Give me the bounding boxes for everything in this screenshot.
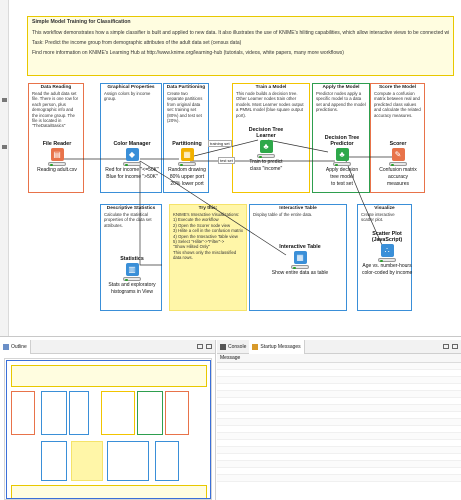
table-row[interactable] (217, 412, 461, 419)
training-set-label: training set (208, 140, 232, 147)
node-status-traffic-light (123, 277, 141, 281)
window-controls (197, 344, 215, 349)
node-description: Train to predict (249, 159, 283, 165)
outline-panel: Outline (0, 339, 216, 500)
table-row[interactable] (217, 440, 461, 447)
scatter-plot-icon[interactable]: ∴ (380, 244, 394, 257)
node-name: Scatter Plot (JavaScript) (371, 231, 403, 243)
node-name: Color Manager (113, 141, 151, 147)
node-description: Age vs. number-hours (362, 263, 412, 269)
node-interactive-table[interactable]: Interactive Table ▦ Show entire data as … (265, 244, 335, 276)
tab-outline[interactable]: Outline (0, 339, 31, 354)
table-row[interactable] (217, 377, 461, 384)
decision-tree-predictor-icon[interactable]: ♣ (335, 148, 349, 161)
message-column-header[interactable]: Message (217, 354, 461, 363)
node-decision-tree-predictor[interactable]: Decision Tree Predictor ♣ Apply decision… (320, 135, 364, 187)
node-description: Stats and exploratory (108, 282, 156, 288)
node-description: to test set (331, 181, 353, 187)
table-row[interactable] (217, 461, 461, 468)
tab-console[interactable]: Console (217, 340, 249, 354)
table-row[interactable] (217, 454, 461, 461)
partitioning-icon[interactable]: ▦ (180, 148, 194, 161)
outline-tabbar: Outline (0, 339, 215, 354)
node-file-reader[interactable]: File Reader ▤ Reading adult.csv (36, 141, 78, 173)
table-row[interactable] (217, 426, 461, 433)
node-name: File Reader (42, 141, 72, 147)
file-reader-icon[interactable]: ▤ (50, 148, 64, 161)
node-description: Apply decision (325, 167, 359, 173)
node-description: accuracy (387, 174, 408, 180)
node-name: Statistics (120, 256, 144, 262)
interactive-table-icon[interactable]: ▦ (293, 251, 307, 264)
node-status-traffic-light (178, 162, 196, 166)
node-statistics[interactable]: Statistics ▥ Stats and exploratory histo… (104, 256, 160, 295)
workflow-canvas[interactable]: Simple Model Training for Classification… (0, 0, 461, 337)
console-panel: Console Startup Messages Message (217, 339, 461, 500)
node-description: Blue for income ">50K" (106, 174, 158, 180)
table-row[interactable] (217, 433, 461, 440)
node-status-traffic-light (257, 154, 275, 158)
table-row[interactable] (217, 419, 461, 426)
outline-icon (3, 343, 9, 350)
node-status-traffic-light (123, 162, 141, 166)
connection-to-interactive-table (139, 160, 287, 256)
node-name: Partitioning (172, 141, 202, 147)
node-partitioning[interactable]: Partitioning ▦ Random drawing 80% upper … (165, 141, 209, 187)
node-description: Random drawing (168, 167, 206, 173)
node-name: Decision Tree Predictor (324, 135, 360, 147)
table-row[interactable] (217, 475, 461, 482)
scorer-icon[interactable]: ✎ (391, 148, 405, 161)
maximize-icon[interactable] (206, 344, 212, 349)
tab-label: Outline (11, 343, 27, 350)
table-row[interactable] (217, 398, 461, 405)
node-description: histograms in View (111, 289, 153, 295)
minimize-icon[interactable] (197, 344, 203, 349)
node-description: 20% lower port (170, 181, 204, 187)
node-description: Red for income "<=50K" (105, 167, 159, 173)
table-row[interactable] (217, 447, 461, 454)
message-table[interactable] (217, 363, 461, 482)
node-decision-tree-learner[interactable]: Decision Tree Learner ♣ Train to predict… (244, 127, 288, 172)
table-row[interactable] (217, 405, 461, 412)
node-status-traffic-light (333, 162, 351, 166)
node-description: color-coded by income (362, 270, 413, 276)
table-row[interactable] (217, 468, 461, 475)
node-description: class "income" (249, 166, 283, 172)
node-color-manager[interactable]: Color Manager ◆ Red for income "<=50K" B… (104, 141, 160, 180)
table-row[interactable] (217, 363, 461, 370)
window-controls (443, 344, 461, 349)
node-description: tree model (330, 174, 354, 180)
console-icon (220, 343, 226, 350)
color-manager-icon[interactable]: ◆ (125, 148, 139, 161)
node-scatter-plot[interactable]: Scatter Plot (JavaScript) ∴ Age vs. numb… (362, 231, 412, 276)
minimap-viewport[interactable] (6, 360, 211, 499)
node-status-traffic-light (389, 162, 407, 166)
node-status-traffic-light (291, 265, 309, 269)
tab-label: Console (228, 343, 247, 350)
statistics-icon[interactable]: ▥ (125, 263, 139, 276)
test-set-label: test set (218, 157, 235, 164)
console-tabbar: Console Startup Messages (217, 339, 461, 354)
node-name: Scorer (389, 141, 407, 147)
table-row[interactable] (217, 391, 461, 398)
tab-label: Startup Messages (260, 343, 301, 350)
outline-minimap[interactable] (4, 358, 212, 500)
table-row[interactable] (217, 384, 461, 391)
startup-messages-icon (252, 343, 259, 350)
node-description: measures (387, 181, 409, 187)
table-row[interactable] (217, 370, 461, 377)
node-name: Interactive Table (279, 244, 321, 250)
node-status-traffic-light (48, 162, 66, 166)
node-name: Decision Tree Learner (248, 127, 284, 139)
node-description: Confusion matrix (379, 167, 417, 173)
minimize-icon[interactable] (443, 344, 449, 349)
node-scorer[interactable]: Scorer ✎ Confusion matrix accuracy measu… (376, 141, 420, 187)
node-status-traffic-light (378, 258, 396, 262)
node-description: Show entire data as table (271, 270, 329, 276)
node-description: 80% upper port (169, 174, 205, 180)
maximize-icon[interactable] (452, 344, 458, 349)
decision-tree-learner-icon[interactable]: ♣ (259, 140, 273, 153)
tab-startup-messages[interactable]: Startup Messages (249, 339, 305, 354)
node-description: Reading adult.csv (37, 167, 77, 173)
